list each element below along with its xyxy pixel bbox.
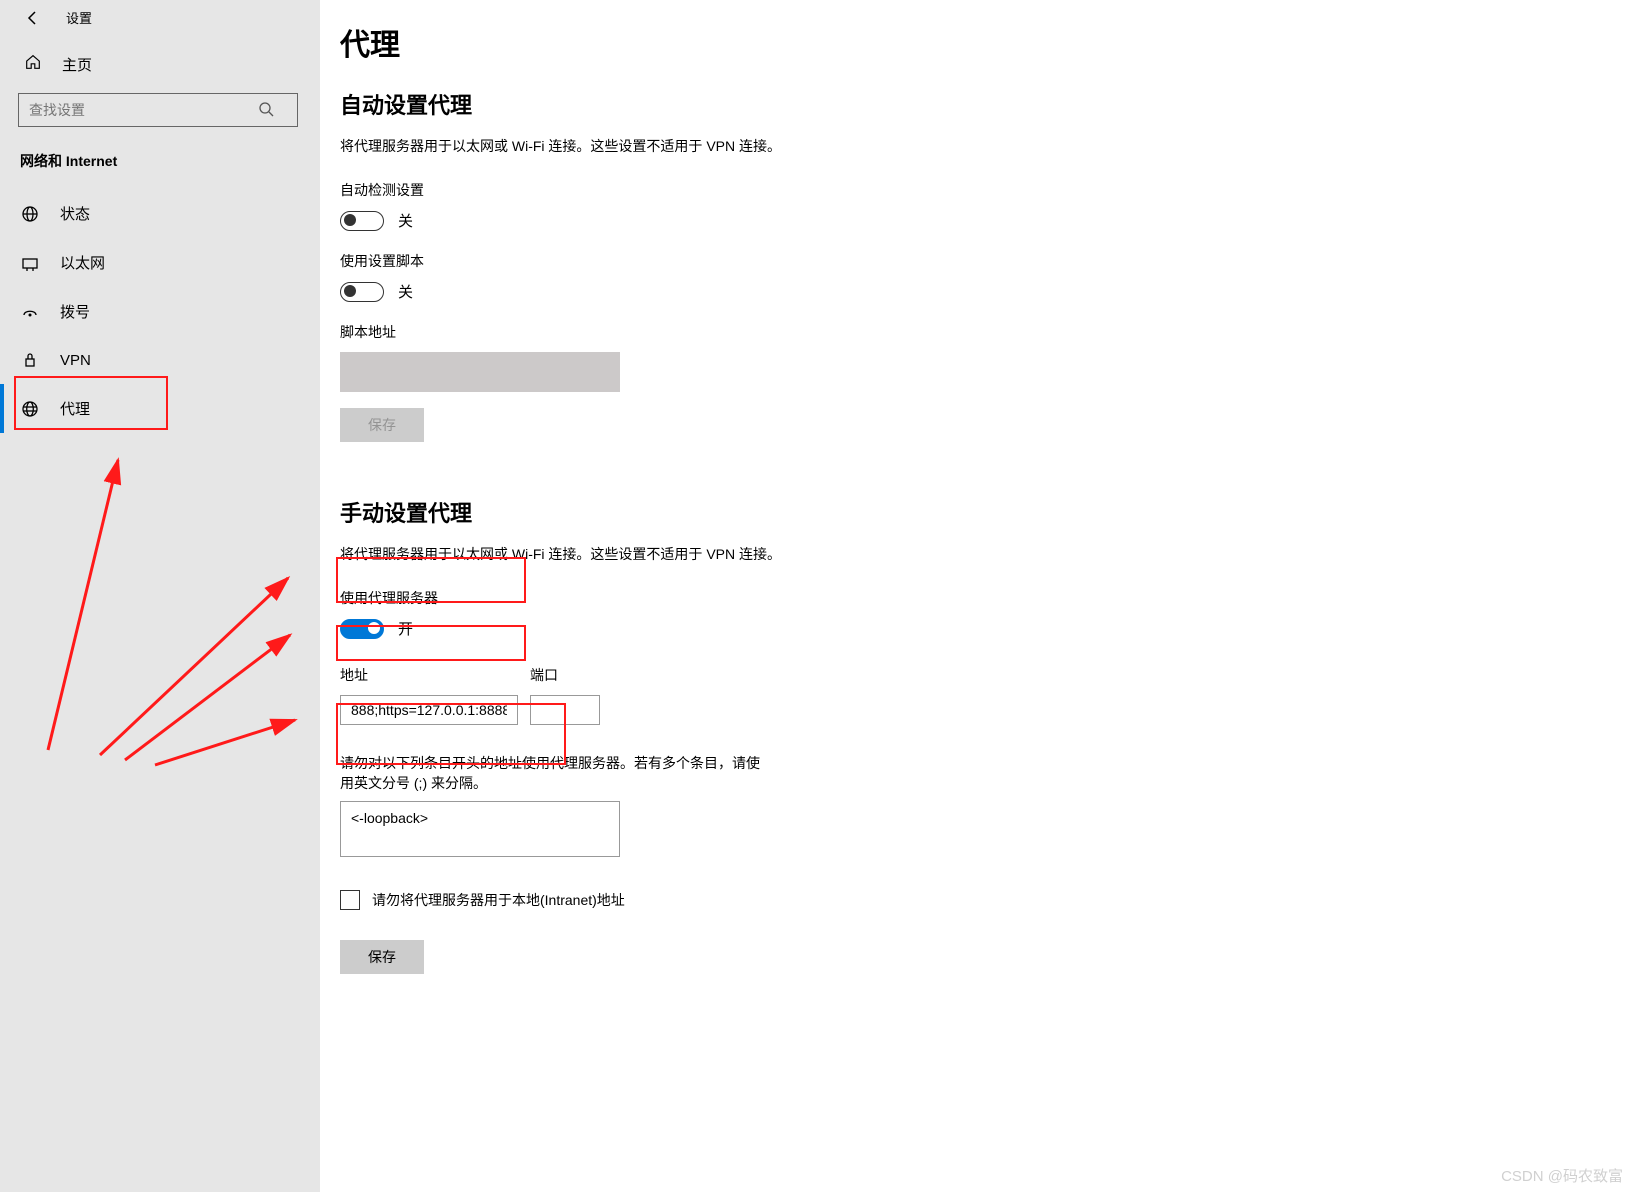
sidebar-item-status[interactable]: 状态: [0, 189, 320, 238]
auto-detect-label: 自动检测设置: [340, 180, 1240, 200]
vpn-icon: [20, 350, 40, 370]
dialup-icon: [20, 302, 40, 322]
exclude-desc: 请勿对以下列条目开头的地址使用代理服务器。若有多个条目，请使用英文分号 (;) …: [340, 753, 760, 793]
proxy-exclusions-input[interactable]: [340, 801, 620, 857]
script-addr-label: 脚本地址: [340, 322, 1240, 342]
auto-save-button: 保存: [340, 408, 424, 442]
manual-proxy-title: 手动设置代理: [340, 496, 1240, 528]
use-proxy-toggle[interactable]: [340, 619, 384, 639]
intranet-label: 请勿将代理服务器用于本地(Intranet)地址: [372, 890, 625, 910]
search-icon: [258, 101, 274, 122]
intranet-checkbox[interactable]: [340, 890, 360, 910]
main-content: 代理 自动设置代理 将代理服务器用于以太网或 Wi-Fi 连接。这些设置不适用于…: [340, 20, 1240, 974]
proxy-address-input[interactable]: [340, 695, 518, 725]
page-title: 代理: [340, 20, 1240, 64]
auto-proxy-desc: 将代理服务器用于以太网或 Wi-Fi 连接。这些设置不适用于 VPN 连接。: [340, 136, 1240, 156]
sidebar-item-vpn[interactable]: VPN: [0, 336, 320, 384]
proxy-icon: [20, 399, 40, 419]
manual-proxy-desc: 将代理服务器用于以太网或 Wi-Fi 连接。这些设置不适用于 VPN 连接。: [340, 544, 1240, 564]
addr-label: 地址: [340, 665, 518, 685]
auto-detect-toggle[interactable]: [340, 211, 384, 231]
settings-sidebar: 设置 主页 网络和 Internet 状态 以太网 拨号: [0, 0, 320, 1192]
sidebar-item-proxy[interactable]: 代理: [0, 384, 320, 433]
ethernet-icon: [20, 253, 40, 273]
sidebar-item-ethernet[interactable]: 以太网: [0, 238, 320, 287]
proxy-port-input[interactable]: [530, 695, 600, 725]
auto-detect-state: 关: [398, 210, 413, 231]
use-proxy-state: 开: [398, 618, 413, 639]
sidebar-item-label: VPN: [60, 352, 91, 369]
use-script-state: 关: [398, 281, 413, 302]
use-proxy-label: 使用代理服务器: [340, 588, 1240, 608]
port-label: 端口: [530, 665, 600, 685]
sidebar-item-label: 状态: [60, 203, 90, 224]
script-addr-input: [340, 352, 620, 392]
sidebar-item-label: 代理: [60, 398, 90, 419]
manual-save-button[interactable]: 保存: [340, 940, 424, 974]
home-icon: [24, 53, 42, 75]
sidebar-home[interactable]: 主页: [0, 35, 320, 93]
sidebar-category: 网络和 Internet: [0, 127, 320, 189]
use-script-label: 使用设置脚本: [340, 251, 1240, 271]
home-label: 主页: [62, 54, 92, 75]
app-name: 设置: [66, 8, 92, 27]
use-script-toggle[interactable]: [340, 282, 384, 302]
auto-proxy-title: 自动设置代理: [340, 88, 1240, 120]
status-icon: [20, 204, 40, 224]
search-input[interactable]: [18, 93, 298, 127]
watermark: CSDN @码农致富: [1501, 1165, 1623, 1186]
back-icon[interactable]: [24, 9, 42, 27]
sidebar-item-dialup[interactable]: 拨号: [0, 287, 320, 336]
sidebar-item-label: 以太网: [60, 252, 105, 273]
sidebar-item-label: 拨号: [60, 301, 90, 322]
